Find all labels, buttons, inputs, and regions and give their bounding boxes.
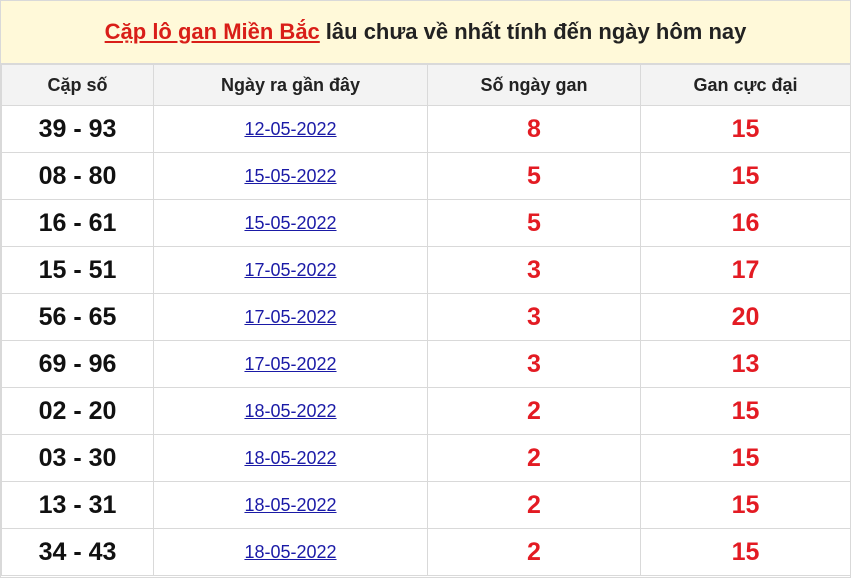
gan-days-cell: 5 [427, 152, 641, 200]
lo-gan-table-container: Cặp lô gan Miền Bắc lâu chưa về nhất tín… [0, 0, 851, 578]
max-gan-cell: 17 [640, 246, 851, 294]
pair-cell: 02 - 20 [1, 387, 154, 435]
pair-cell: 03 - 30 [1, 434, 154, 482]
header-recent-date: Ngày ra gần đây [153, 64, 428, 106]
table-row: 69 - 96 17-05-2022 3 13 [1, 340, 851, 388]
max-gan-cell: 15 [640, 152, 851, 200]
date-cell: 17-05-2022 [153, 246, 428, 294]
gan-days-cell: 3 [427, 340, 641, 388]
gan-days-cell: 3 [427, 246, 641, 294]
table-row: 08 - 80 15-05-2022 5 15 [1, 152, 851, 200]
date-cell: 18-05-2022 [153, 528, 428, 576]
table-row: 34 - 43 18-05-2022 2 15 [1, 528, 851, 576]
max-gan-cell: 15 [640, 528, 851, 576]
date-cell: 18-05-2022 [153, 434, 428, 482]
date-link[interactable]: 18-05-2022 [244, 448, 336, 468]
table-row: 16 - 61 15-05-2022 5 16 [1, 199, 851, 247]
max-gan-cell: 15 [640, 105, 851, 153]
date-link[interactable]: 18-05-2022 [244, 542, 336, 562]
date-link[interactable]: 15-05-2022 [244, 213, 336, 233]
date-link[interactable]: 17-05-2022 [244, 260, 336, 280]
gan-days-cell: 2 [427, 481, 641, 529]
table-row: 56 - 65 17-05-2022 3 20 [1, 293, 851, 341]
date-cell: 18-05-2022 [153, 481, 428, 529]
date-link[interactable]: 18-05-2022 [244, 401, 336, 421]
table-row: 13 - 31 18-05-2022 2 15 [1, 481, 851, 529]
pair-cell: 69 - 96 [1, 340, 154, 388]
header-gan-days: Số ngày gan [427, 64, 641, 106]
max-gan-cell: 15 [640, 434, 851, 482]
date-link[interactable]: 17-05-2022 [244, 307, 336, 327]
date-cell: 18-05-2022 [153, 387, 428, 435]
gan-days-cell: 2 [427, 528, 641, 576]
date-cell: 17-05-2022 [153, 340, 428, 388]
header-max-gan: Gan cực đại [640, 64, 851, 106]
date-cell: 17-05-2022 [153, 293, 428, 341]
date-cell: 15-05-2022 [153, 199, 428, 247]
table-title: Cặp lô gan Miền Bắc lâu chưa về nhất tín… [1, 1, 850, 64]
gan-days-cell: 2 [427, 434, 641, 482]
max-gan-cell: 16 [640, 199, 851, 247]
date-link[interactable]: 15-05-2022 [244, 166, 336, 186]
table-row: 03 - 30 18-05-2022 2 15 [1, 434, 851, 482]
table-row: 39 - 93 12-05-2022 8 15 [1, 105, 851, 153]
date-cell: 15-05-2022 [153, 152, 428, 200]
pair-cell: 15 - 51 [1, 246, 154, 294]
date-link[interactable]: 17-05-2022 [244, 354, 336, 374]
pair-cell: 16 - 61 [1, 199, 154, 247]
pair-cell: 56 - 65 [1, 293, 154, 341]
title-text: lâu chưa về nhất tính đến ngày hôm nay [325, 19, 747, 44]
pair-cell: 39 - 93 [1, 105, 154, 153]
date-link[interactable]: 18-05-2022 [244, 495, 336, 515]
date-cell: 12-05-2022 [153, 105, 428, 153]
max-gan-cell: 15 [640, 387, 851, 435]
pair-cell: 13 - 31 [1, 481, 154, 529]
pair-cell: 08 - 80 [1, 152, 154, 200]
max-gan-cell: 13 [640, 340, 851, 388]
table-row: 15 - 51 17-05-2022 3 17 [1, 246, 851, 294]
pair-cell: 34 - 43 [1, 528, 154, 576]
max-gan-cell: 20 [640, 293, 851, 341]
lo-gan-table: Cặp số Ngày ra gần đây Số ngày gan Gan c… [1, 64, 851, 576]
gan-days-cell: 3 [427, 293, 641, 341]
title-link[interactable]: Cặp lô gan Miền Bắc [105, 19, 320, 45]
header-pair: Cặp số [1, 64, 154, 106]
table-row: 02 - 20 18-05-2022 2 15 [1, 387, 851, 435]
gan-days-cell: 5 [427, 199, 641, 247]
gan-days-cell: 2 [427, 387, 641, 435]
table-body: 39 - 93 12-05-2022 8 15 08 - 80 15-05-2022 5 15… [1, 105, 851, 576]
max-gan-cell: 15 [640, 481, 851, 529]
date-link[interactable]: 12-05-2022 [244, 119, 336, 139]
table-header-row: Cặp số Ngày ra gần đây Số ngày gan Gan c… [1, 64, 851, 106]
gan-days-cell: 8 [427, 105, 641, 153]
